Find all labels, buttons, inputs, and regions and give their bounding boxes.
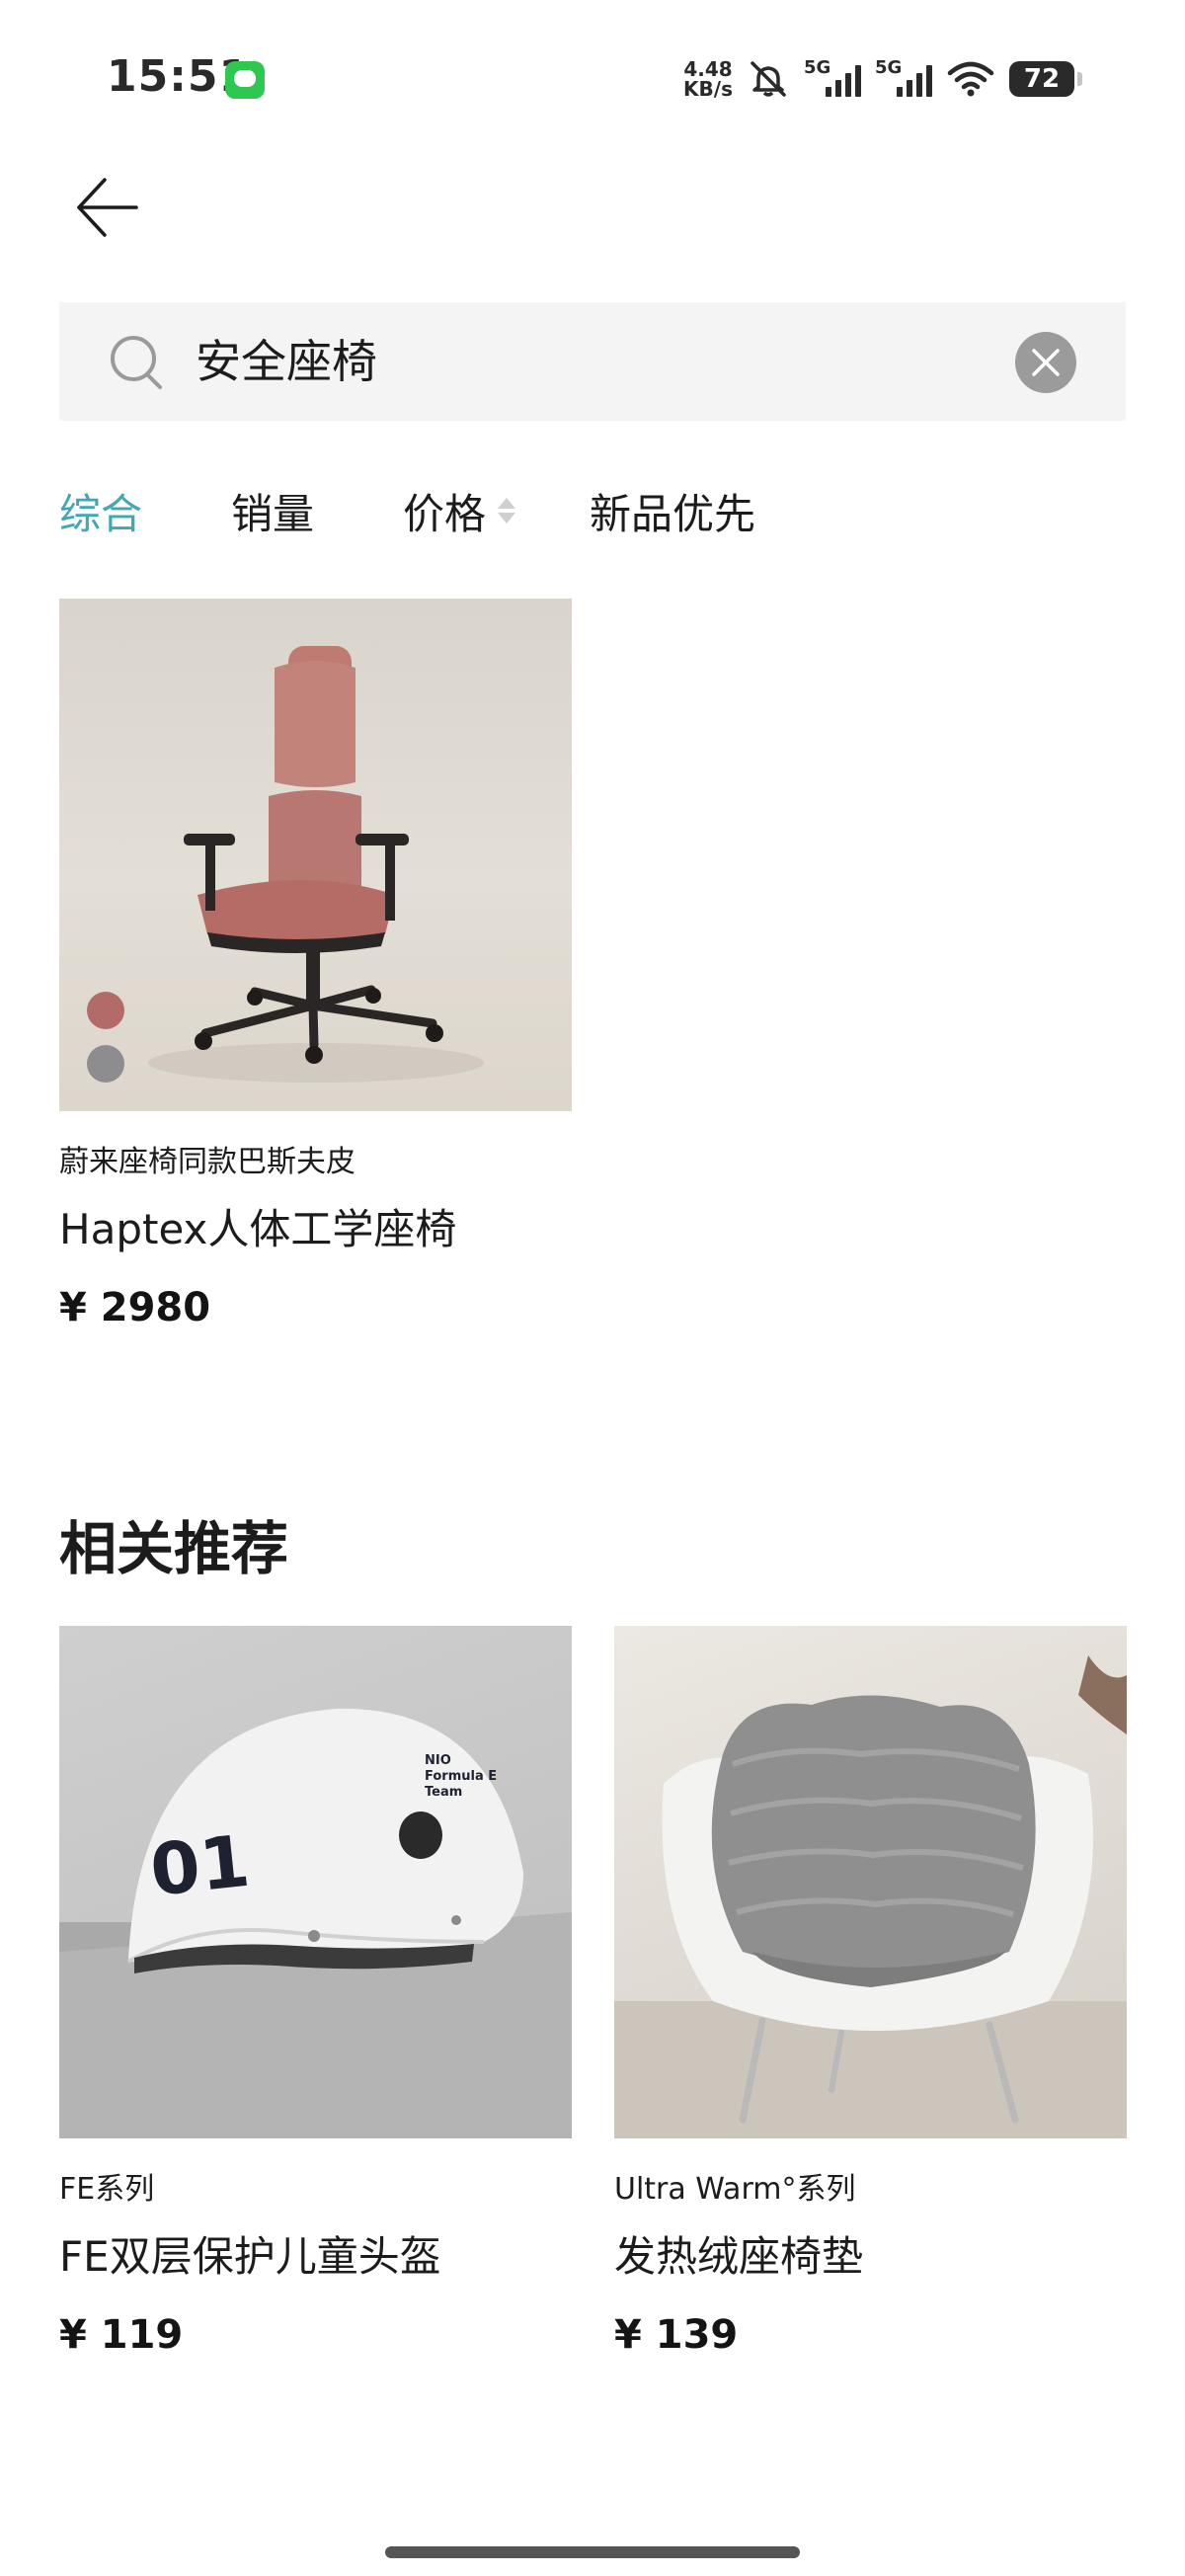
mute-icon	[750, 61, 786, 97]
tab-price-label: 价格	[403, 489, 487, 538]
chair-illustration	[148, 646, 484, 1083]
product-name: Haptex人体工学座椅	[59, 1205, 457, 1253]
tab-price[interactable]: 价格	[403, 481, 516, 541]
section-title: 相关推荐	[59, 1515, 289, 1582]
status-bar: 15:51 4.48 KB/s 5G 5G 72	[0, 0, 1185, 158]
helmet-illustration: 01 NIO Formula E Team	[59, 1708, 572, 2138]
svg-text:Formula E: Formula E	[425, 1769, 497, 1784]
product-card[interactable]: 蔚来座椅同款巴斯夫皮 Haptex人体工学座椅 ¥ 2980	[59, 599, 572, 1334]
tab-newest[interactable]: 新品优先	[590, 481, 755, 541]
cushion-illustration	[614, 1655, 1127, 2138]
tab-sales[interactable]: 销量	[231, 481, 314, 541]
arrow-left-icon	[77, 178, 138, 237]
svg-text:01: 01	[146, 1819, 253, 1912]
product-price: ¥ 119	[59, 2312, 184, 2358]
product-series: Ultra Warm°系列	[614, 2172, 856, 2207]
product-series: 蔚来座椅同款巴斯夫皮	[59, 1145, 356, 1179]
product-image-chair	[59, 599, 572, 1111]
status-indicators: 4.48 KB/s 5G 5G 72	[683, 54, 1082, 104]
svg-text:NIO: NIO	[425, 1753, 451, 1768]
tab-comprehensive[interactable]: 综合	[59, 481, 142, 541]
product-image-helmet: 01 NIO Formula E Team	[59, 1626, 572, 2138]
search-input[interactable]: 安全座椅	[196, 328, 377, 395]
clear-search-button[interactable]	[1015, 332, 1076, 393]
product-price: ¥ 2980	[59, 1285, 211, 1330]
product-price: ¥ 139	[614, 2312, 739, 2358]
battery-icon: 72	[1009, 61, 1082, 97]
network-speed-unit: KB/s	[683, 77, 733, 101]
search-icon	[111, 336, 162, 389]
wifi-icon	[947, 61, 994, 97]
svg-text:Team: Team	[425, 1785, 462, 1800]
product-name: FE双层保护儿童头盔	[59, 2232, 441, 2281]
sort-tabs: 综合 销量 价格 新品优先	[59, 476, 755, 545]
product-series: FE系列	[59, 2172, 155, 2207]
close-icon	[1032, 349, 1060, 376]
color-option-swatch[interactable]	[87, 1045, 124, 1083]
sort-icon	[498, 494, 516, 527]
back-button[interactable]	[67, 168, 146, 247]
product-card[interactable]: 01 NIO Formula E Team FE系列 FE双层保护儿童头盔 ¥ …	[59, 1626, 572, 2362]
signal-icon: 5G	[804, 57, 861, 101]
search-bar[interactable]: 安全座椅	[59, 302, 1126, 421]
battery-level: 72	[1023, 64, 1061, 94]
network-speed: 4.48 KB/s	[683, 59, 733, 99]
message-icon	[225, 61, 265, 99]
signal-icon: 5G	[875, 57, 932, 101]
product-image-cushion	[614, 1626, 1127, 2138]
product-name: 发热绒座椅垫	[614, 2232, 864, 2281]
home-indicator[interactable]	[385, 2546, 800, 2558]
network-speed-value: 4.48	[683, 57, 733, 81]
color-option-swatch[interactable]	[87, 992, 124, 1029]
product-card[interactable]: Ultra Warm°系列 发热绒座椅垫 ¥ 139	[614, 1626, 1127, 2362]
